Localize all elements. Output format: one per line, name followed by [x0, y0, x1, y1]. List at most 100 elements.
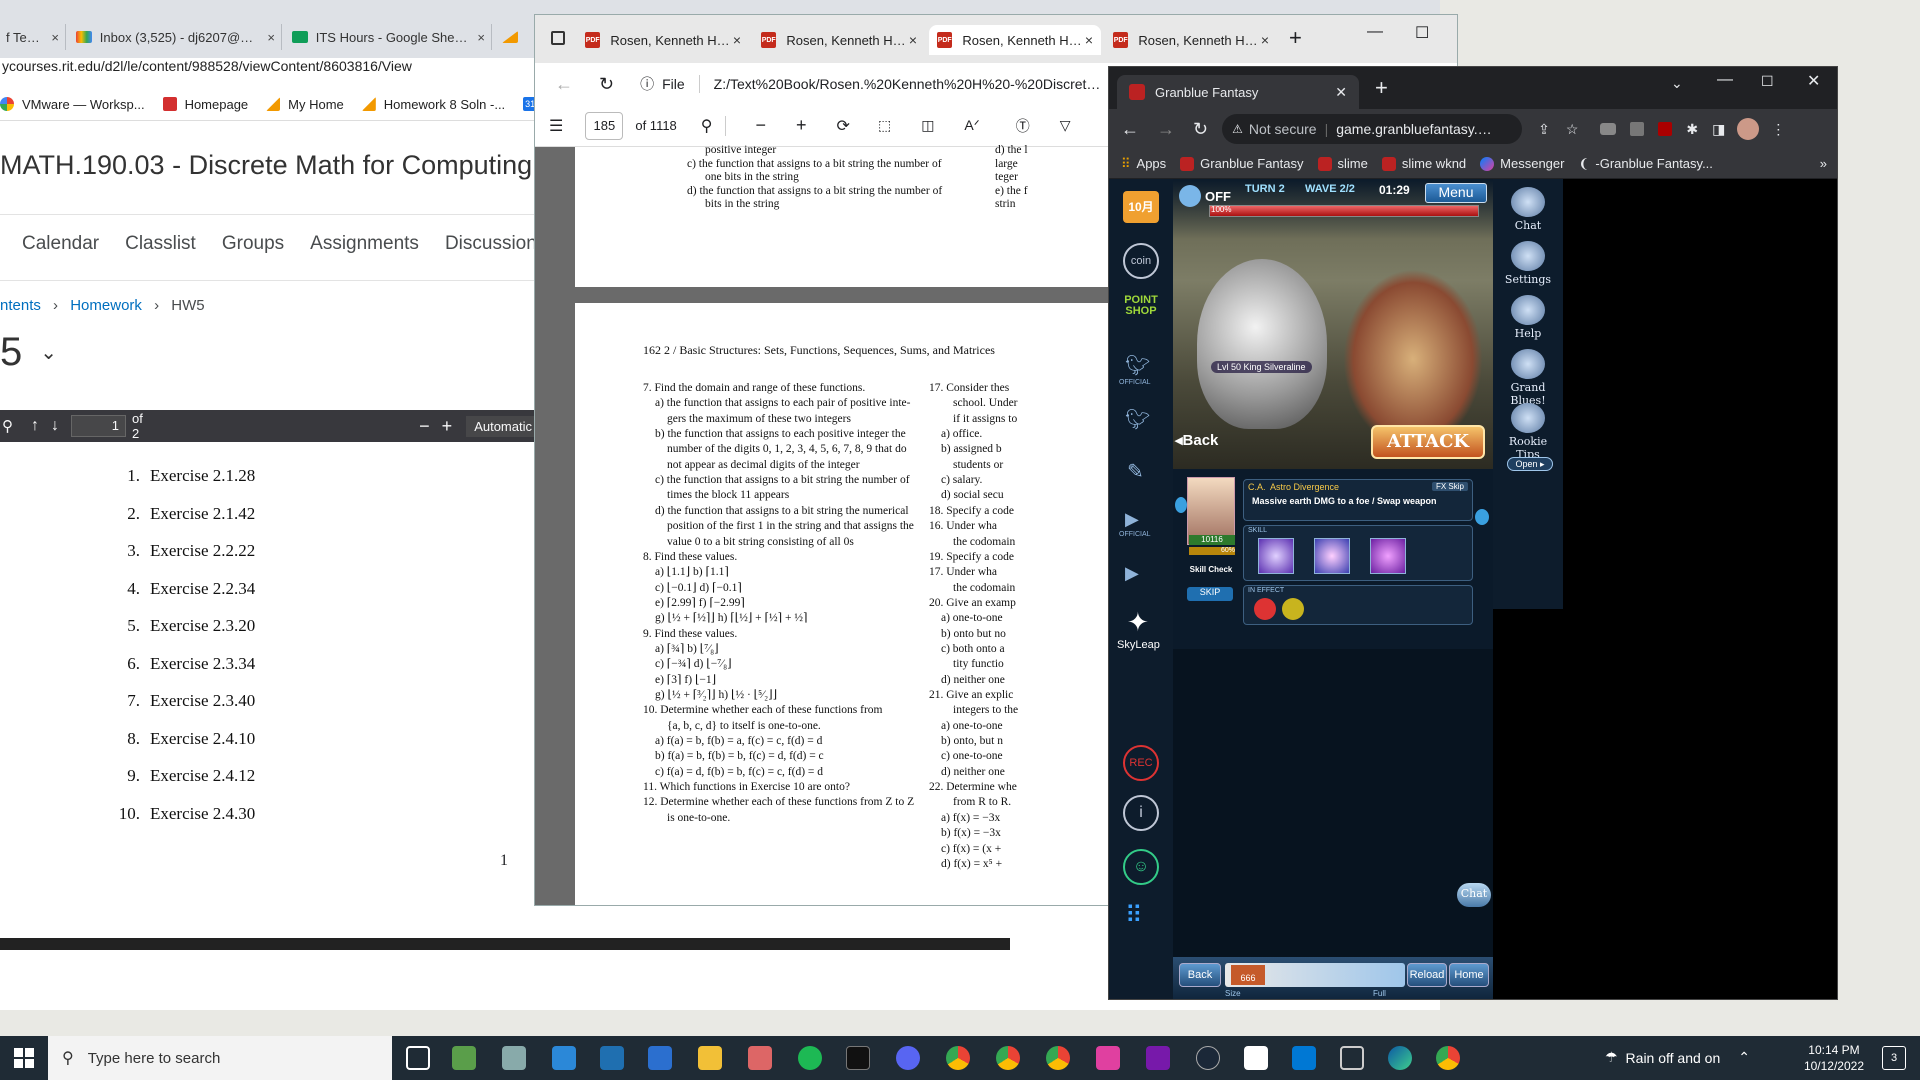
breadcrumb-homework[interactable]: Homework	[70, 297, 142, 314]
minimize-icon[interactable]: —	[1367, 23, 1383, 41]
skill-3-icon[interactable]	[1370, 538, 1406, 574]
close-icon[interactable]: ×	[1085, 32, 1093, 48]
tab-sheets[interactable]: ITS Hours - Google Sheets ×	[286, 24, 492, 50]
back-icon[interactable]: ←	[555, 74, 573, 95]
system-clock[interactable]: 10:14 PM 10/12/2022	[1804, 1042, 1864, 1074]
rookie-tips-button[interactable]: Rookie Tips	[1499, 403, 1557, 461]
bookmark-apps[interactable]: Apps	[1137, 156, 1167, 171]
pdf-tab-3[interactable]: PDF Rosen, Kenneth H - D ×	[929, 25, 1101, 55]
edit-icon[interactable]: ✎	[1127, 459, 1144, 484]
new-tab-icon[interactable]: +	[1289, 25, 1302, 51]
info-icon[interactable]: ⓘ	[640, 74, 654, 94]
extension-icon[interactable]	[1630, 122, 1645, 136]
omnibox[interactable]: ⚠ Not secure | game.granbluefantasy.jp/#…	[1222, 114, 1523, 144]
side-panel-icon[interactable]: ◨	[1712, 121, 1725, 138]
nav-groups[interactable]: Groups	[222, 233, 284, 255]
nav-discussions[interactable]: Discussions	[445, 233, 546, 255]
start-button[interactable]	[14, 1048, 34, 1068]
bookmark-granblue-2[interactable]: -Granblue Fantasy...	[1595, 156, 1713, 171]
pdf-tab-1[interactable]: PDF Rosen, Kenneth H - D ×	[577, 25, 749, 55]
zoom-out-icon[interactable]: −	[756, 115, 767, 136]
tab-techn[interactable]: f Techn ×	[0, 24, 66, 50]
tab-actions-icon[interactable]	[551, 31, 565, 45]
bookmark-slime-wknd[interactable]: slime wknd	[1402, 156, 1466, 171]
chat-button[interactable]: Chat	[1499, 187, 1557, 232]
tab-granblue[interactable]: Granblue Fantasy ✕	[1117, 75, 1359, 109]
auto-toggle[interactable]: OFF	[1179, 185, 1231, 207]
read-aloud-icon[interactable]: Aᐟ	[964, 117, 979, 134]
chrome-icon[interactable]	[946, 1046, 970, 1070]
attack-button[interactable]: ATTACK	[1371, 425, 1485, 459]
weather-widget[interactable]: ☂ Rain off and on ⌃	[1605, 1049, 1750, 1066]
arrow-down-icon[interactable]: ↓	[51, 417, 59, 435]
maximize-icon[interactable]: ☐	[1415, 23, 1429, 43]
skyleap-icon[interactable]: ✦	[1127, 607, 1149, 638]
reload-button[interactable]: Reload	[1407, 963, 1447, 987]
profile-icon[interactable]: ☺	[1123, 849, 1159, 885]
app-icon[interactable]	[552, 1046, 576, 1070]
bookmark-granblue[interactable]: Granblue Fantasy	[1200, 156, 1303, 171]
notification-button[interactable]: 3	[1882, 1046, 1906, 1070]
vscode-icon[interactable]	[1292, 1046, 1316, 1070]
spotify-icon[interactable]	[798, 1046, 822, 1070]
close-icon[interactable]: ×	[1261, 32, 1269, 48]
zoom-out-icon[interactable]: −	[419, 416, 430, 437]
next-character-icon[interactable]	[1475, 509, 1489, 525]
address-bar[interactable]: ycourses.rit.edu/d2l/le/content/988528/v…	[0, 58, 540, 84]
refresh-icon[interactable]: ↻	[599, 74, 614, 95]
tab-partial[interactable]	[496, 24, 536, 50]
enemy-silveraline[interactable]	[1197, 259, 1327, 429]
close-window-icon[interactable]: ✕	[1807, 71, 1820, 91]
onenote-icon[interactable]	[1146, 1046, 1170, 1070]
record-button[interactable]: REC	[1123, 745, 1159, 781]
zoom-in-icon[interactable]: +	[796, 115, 807, 136]
more-bookmarks-icon[interactable]: »	[1820, 156, 1827, 171]
app-icon[interactable]	[1340, 1046, 1364, 1070]
app-icon[interactable]	[748, 1046, 772, 1070]
close-icon[interactable]: ×	[267, 30, 275, 45]
help-button[interactable]: Help	[1499, 295, 1557, 340]
app-icon[interactable]	[502, 1046, 526, 1070]
terminal-icon[interactable]	[846, 1046, 870, 1070]
calculator-icon[interactable]	[600, 1046, 624, 1070]
notepad-icon[interactable]	[452, 1046, 476, 1070]
grand-blues-button[interactable]: Grand Blues!	[1499, 349, 1557, 407]
quick-item-bar[interactable]: 666	[1225, 963, 1405, 987]
bookmark-vmware[interactable]: VMware — Worksp...	[0, 97, 145, 112]
contents-icon[interactable]: ☰	[549, 116, 563, 136]
rotate-icon[interactable]: ⟳	[837, 116, 850, 136]
prev-character-icon[interactable]	[1175, 497, 1187, 513]
zoom-select[interactable]: Automatic	[466, 415, 540, 437]
chat-bubble-button[interactable]: Chat	[1457, 883, 1491, 907]
twitter-icon[interactable]: 🐦︎	[1125, 353, 1150, 378]
page-view-icon[interactable]: ◫	[921, 117, 934, 134]
store-icon[interactable]	[648, 1046, 672, 1070]
menu-button[interactable]: Menu	[1425, 183, 1487, 203]
edge-icon[interactable]	[1388, 1046, 1412, 1070]
zoom-in-icon[interactable]: +	[442, 416, 453, 437]
nav-assignments[interactable]: Assignments	[310, 233, 419, 255]
fx-skip-button[interactable]: FX Skip	[1431, 482, 1468, 491]
forward-icon[interactable]: →	[1157, 119, 1175, 140]
youtube-icon[interactable]: ▶	[1125, 509, 1139, 530]
info-icon[interactable]: i	[1123, 795, 1159, 831]
bookmark-slime[interactable]: slime	[1338, 156, 1368, 171]
task-view-icon[interactable]	[406, 1046, 430, 1070]
nav-calendar[interactable]: Calendar	[22, 233, 99, 255]
chevron-up-icon[interactable]: ⌃	[1738, 1049, 1750, 1066]
discord-icon[interactable]	[896, 1046, 920, 1070]
twitter-icon[interactable]: 🐦︎	[1125, 407, 1150, 432]
close-icon[interactable]: ×	[733, 32, 741, 48]
new-tab-icon[interactable]: +	[1375, 75, 1388, 101]
steam-icon[interactable]	[1196, 1046, 1220, 1070]
coin-icon[interactable]: coin	[1123, 243, 1159, 279]
scroll-bar[interactable]	[0, 938, 1010, 950]
refresh-icon[interactable]: ↻	[1193, 119, 1208, 140]
chrome-icon[interactable]	[1436, 1046, 1460, 1070]
tab-gmail[interactable]: Inbox (3,525) - dj6207@g.rit ×	[70, 24, 282, 50]
skip-toggle[interactable]: SKIP	[1187, 587, 1233, 601]
bookmark-homework8[interactable]: Homework 8 Soln -...	[361, 97, 505, 112]
avatar[interactable]	[1737, 118, 1760, 140]
open-button[interactable]: Open ▸	[1507, 457, 1553, 471]
skill-1-icon[interactable]	[1258, 538, 1294, 574]
